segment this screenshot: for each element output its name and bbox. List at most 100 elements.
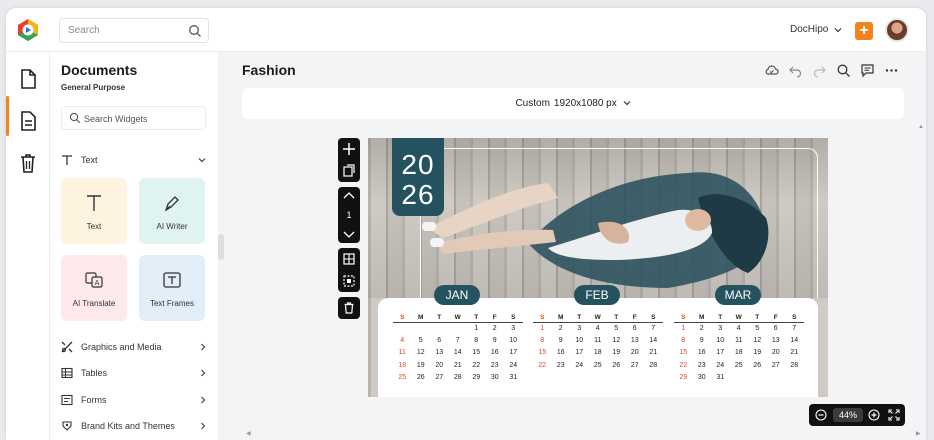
- zoom-in-icon[interactable]: [868, 409, 880, 421]
- ai-translate-tile[interactable]: A AI Translate: [61, 255, 127, 321]
- duplicate-page-icon[interactable]: [338, 160, 360, 182]
- week-row: 1 2 3: [393, 323, 523, 335]
- day-cell: 10: [716, 337, 725, 345]
- more-options-icon[interactable]: [884, 63, 899, 78]
- scrollbar-right-arrow[interactable]: ▶: [916, 430, 921, 437]
- ai-writer-tile[interactable]: AI Writer: [139, 178, 205, 244]
- chevron-down-icon[interactable]: [338, 225, 360, 243]
- day-cell: 10: [575, 337, 584, 345]
- canvas-size-selector[interactable]: Custom 1920x1080 px: [242, 88, 904, 119]
- documents-icon[interactable]: [18, 110, 38, 132]
- new-document-icon[interactable]: [18, 68, 38, 90]
- year-top: 20: [401, 149, 435, 180]
- day-cell: 24: [716, 361, 725, 369]
- day-cell: 25: [734, 361, 743, 369]
- day-cell: 7: [792, 325, 797, 332]
- month-grid: S M T W T F S 1 2 3 4 5 6 7 8 9 10 11 12 13 14 15 16 17 18 19 20 21…: [674, 312, 804, 384]
- week-row: 15 16 17 18 19 20 21: [674, 347, 804, 359]
- account-menu[interactable]: DocHipo: [790, 24, 842, 35]
- scrollbar-up-arrow[interactable]: ▲: [918, 124, 924, 130]
- weekday-label: M: [418, 314, 424, 321]
- zoom-out-icon[interactable]: [815, 409, 827, 421]
- comment-icon[interactable]: [860, 63, 875, 78]
- global-search[interactable]: [59, 18, 209, 43]
- graphics-media-section[interactable]: Graphics and Media: [61, 341, 206, 353]
- day-cell: [449, 323, 468, 335]
- widget-search[interactable]: [61, 106, 206, 130]
- widget-search-input[interactable]: [84, 114, 199, 124]
- text-tile[interactable]: Text: [61, 178, 127, 244]
- day-cell: 16: [556, 349, 565, 357]
- design-canvas[interactable]: 20 26 JAN S M T W T F S 1 2 3 4 5 6 7 8 9 10 11 12 13 14 15 16 1…: [368, 138, 828, 397]
- account-name[interactable]: DocHipo: [790, 24, 828, 35]
- scrollbar-left-arrow[interactable]: ◀: [246, 430, 251, 437]
- day-cell: 5: [755, 325, 760, 332]
- day-cell: 9: [699, 337, 704, 345]
- brand-kits-section[interactable]: Brand Kits and Themes: [61, 420, 206, 432]
- day-cell: 2: [558, 325, 563, 332]
- editor-toolbar: [764, 63, 899, 78]
- day-cell: 14: [649, 337, 658, 345]
- weekday-label: W: [735, 314, 742, 321]
- day-cell: 23: [697, 361, 706, 369]
- day-cell: 12: [612, 337, 621, 345]
- section-label: Tables: [81, 368, 108, 378]
- document-title[interactable]: Fashion: [242, 62, 296, 78]
- search-input[interactable]: [68, 25, 178, 36]
- search-icon[interactable]: [836, 63, 851, 78]
- redo-icon[interactable]: [812, 63, 827, 78]
- weekday-label: S: [792, 314, 797, 321]
- day-cell: 24: [509, 361, 518, 369]
- year-badge[interactable]: 20 26: [392, 138, 444, 216]
- zoom-value[interactable]: 44%: [833, 408, 863, 422]
- tables-section[interactable]: Tables: [61, 367, 206, 379]
- undo-icon[interactable]: [788, 63, 803, 78]
- add-page-icon[interactable]: [338, 138, 360, 160]
- cloud-save-icon[interactable]: [764, 63, 779, 78]
- chevron-right-icon: [201, 422, 206, 430]
- day-cell: [644, 372, 663, 384]
- weekday-label: F: [492, 314, 497, 321]
- week-row: 22 23 24 25 26 27 28: [674, 360, 804, 372]
- chevron-down-icon: [198, 158, 206, 163]
- chevron-down-icon: [834, 27, 842, 32]
- search-icon[interactable]: [188, 24, 202, 38]
- grid-icon[interactable]: [338, 248, 360, 270]
- day-cell: 9: [492, 337, 497, 345]
- create-new-button[interactable]: +: [855, 22, 873, 40]
- day-cell: 3: [718, 325, 723, 332]
- active-indicator: [6, 96, 9, 136]
- delete-page-button[interactable]: [338, 297, 360, 319]
- day-cell: 17: [509, 349, 518, 357]
- day-cell: 15: [538, 349, 547, 357]
- day-cell: 27: [771, 361, 780, 369]
- day-cell: 22: [538, 361, 547, 369]
- text-frames-tile[interactable]: Text Frames: [139, 255, 205, 321]
- panel-collapse-handle[interactable]: [218, 234, 224, 260]
- graphics-icon: [61, 341, 73, 353]
- day-cell: 28: [790, 361, 799, 369]
- top-bar: DocHipo +: [6, 8, 926, 52]
- forms-section[interactable]: Forms: [61, 394, 206, 406]
- day-cell: 28: [453, 373, 462, 381]
- day-cell: 15: [472, 349, 481, 357]
- day-cell: 13: [435, 349, 444, 357]
- day-cell: 18: [398, 361, 407, 369]
- day-cell: 11: [398, 349, 406, 357]
- day-cell: [626, 372, 645, 384]
- chevron-up-icon[interactable]: [338, 187, 360, 205]
- avatar[interactable]: [885, 18, 909, 42]
- week-row: 8 9 10 11 12 13 14: [674, 335, 804, 347]
- text-section-header[interactable]: Text: [61, 154, 206, 166]
- dochipo-logo[interactable]: [16, 18, 40, 42]
- fullscreen-icon[interactable]: [888, 409, 900, 421]
- month-label: MAR: [715, 285, 761, 305]
- day-cell: 26: [416, 373, 425, 381]
- select-area-icon[interactable]: [338, 270, 360, 292]
- trash-icon[interactable]: [18, 152, 38, 174]
- day-cell: 19: [612, 349, 621, 357]
- day-cell: 11: [594, 337, 602, 345]
- day-cell: 16: [490, 349, 499, 357]
- weekday-label: M: [558, 314, 564, 321]
- weekday-header: SMTWTFS: [674, 312, 804, 323]
